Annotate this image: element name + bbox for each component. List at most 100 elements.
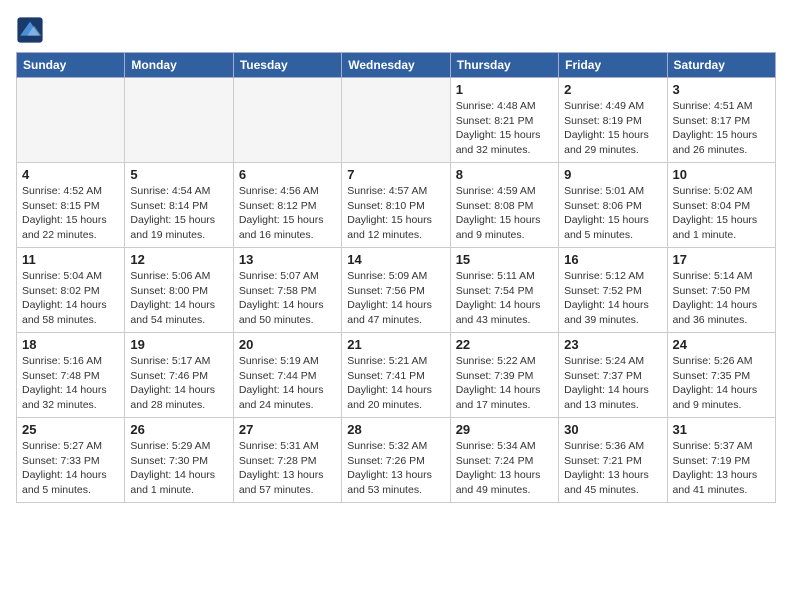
day-number: 27 <box>239 422 336 437</box>
day-number: 2 <box>564 82 661 97</box>
day-number: 25 <box>22 422 119 437</box>
calendar-cell: 11 Sunrise: 5:04 AM Sunset: 8:02 PM Dayli… <box>17 248 125 333</box>
day-number: 23 <box>564 337 661 352</box>
day-info: Sunrise: 5:29 AM Sunset: 7:30 PM Dayligh… <box>130 439 227 498</box>
calendar-cell: 7Sunrise: 4:57 AM Sunset: 8:10 PM Daylig… <box>342 163 450 248</box>
calendar-cell: 22 Sunrise: 5:22 AM Sunset: 7:39 PM Dayli… <box>450 333 558 418</box>
calendar-cell: 3 Sunrise: 4:51 AM Sunset: 8:17 PM Daylig… <box>667 78 775 163</box>
day-info: Sunrise: 5:07 AM Sunset: 7:58 PM Dayligh… <box>239 269 336 328</box>
day-info: Sunrise: 4:57 AM Sunset: 8:10 PM Dayligh… <box>347 184 444 243</box>
calendar-cell <box>342 78 450 163</box>
calendar-cell: 10 Sunrise: 5:02 AM Sunset: 8:04 PM Dayli… <box>667 163 775 248</box>
calendar-cell: 5 Sunrise: 4:54 AM Sunset: 8:14 PM Daylig… <box>125 163 233 248</box>
calendar-cell <box>125 78 233 163</box>
day-info: Sunrise: 4:52 AM Sunset: 8:15 PM Dayligh… <box>22 184 119 243</box>
day-info: Sunrise: 4:48 AM Sunset: 8:21 PM Dayligh… <box>456 99 553 158</box>
day-info: Sunrise: 4:56 AM Sunset: 8:12 PM Dayligh… <box>239 184 336 243</box>
calendar-header-tuesday: Tuesday <box>233 53 341 78</box>
day-number: 9 <box>564 167 661 182</box>
calendar-table: SundayMondayTuesdayWednesdayThursdayFrid… <box>16 52 776 503</box>
day-number: 26 <box>130 422 227 437</box>
calendar-cell: 17 Sunrise: 5:14 AM Sunset: 7:50 PM Dayli… <box>667 248 775 333</box>
calendar-cell: 29 Sunrise: 5:34 AM Sunset: 7:24 PM Dayli… <box>450 418 558 503</box>
day-info: Sunrise: 5:27 AM Sunset: 7:33 PM Dayligh… <box>22 439 119 498</box>
day-number: 28 <box>347 422 444 437</box>
day-info: Sunrise: 5:24 AM Sunset: 7:37 PM Dayligh… <box>564 354 661 413</box>
calendar-cell: 9Sunrise: 5:01 AM Sunset: 8:06 PM Daylig… <box>559 163 667 248</box>
day-info: Sunrise: 5:06 AM Sunset: 8:00 PM Dayligh… <box>130 269 227 328</box>
day-number: 21 <box>347 337 444 352</box>
calendar-header-wednesday: Wednesday <box>342 53 450 78</box>
calendar-cell: 6 Sunrise: 4:56 AM Sunset: 8:12 PM Daylig… <box>233 163 341 248</box>
day-number: 29 <box>456 422 553 437</box>
week-row-2: 4 Sunrise: 4:52 AM Sunset: 8:15 PM Daylig… <box>17 163 776 248</box>
calendar-cell: 20 Sunrise: 5:19 AM Sunset: 7:44 PM Dayli… <box>233 333 341 418</box>
day-number: 8 <box>456 167 553 182</box>
day-number: 4 <box>22 167 119 182</box>
day-info: Sunrise: 5:36 AM Sunset: 7:21 PM Dayligh… <box>564 439 661 498</box>
day-number: 10 <box>673 167 770 182</box>
day-info: Sunrise: 4:51 AM Sunset: 8:17 PM Dayligh… <box>673 99 770 158</box>
calendar-cell: 25 Sunrise: 5:27 AM Sunset: 7:33 PM Dayli… <box>17 418 125 503</box>
day-info: Sunrise: 5:09 AM Sunset: 7:56 PM Dayligh… <box>347 269 444 328</box>
calendar-cell <box>17 78 125 163</box>
calendar-cell: 26 Sunrise: 5:29 AM Sunset: 7:30 PM Dayli… <box>125 418 233 503</box>
calendar-cell: 2 Sunrise: 4:49 AM Sunset: 8:19 PM Daylig… <box>559 78 667 163</box>
calendar-cell: 4 Sunrise: 4:52 AM Sunset: 8:15 PM Daylig… <box>17 163 125 248</box>
day-number: 22 <box>456 337 553 352</box>
calendar-cell: 24 Sunrise: 5:26 AM Sunset: 7:35 PM Dayli… <box>667 333 775 418</box>
day-info: Sunrise: 4:49 AM Sunset: 8:19 PM Dayligh… <box>564 99 661 158</box>
week-row-1: 1 Sunrise: 4:48 AM Sunset: 8:21 PM Daylig… <box>17 78 776 163</box>
day-info: Sunrise: 5:37 AM Sunset: 7:19 PM Dayligh… <box>673 439 770 498</box>
calendar-cell: 21Sunrise: 5:21 AM Sunset: 7:41 PM Dayli… <box>342 333 450 418</box>
day-info: Sunrise: 4:54 AM Sunset: 8:14 PM Dayligh… <box>130 184 227 243</box>
day-info: Sunrise: 5:14 AM Sunset: 7:50 PM Dayligh… <box>673 269 770 328</box>
day-number: 12 <box>130 252 227 267</box>
day-info: Sunrise: 5:22 AM Sunset: 7:39 PM Dayligh… <box>456 354 553 413</box>
day-number: 19 <box>130 337 227 352</box>
day-info: Sunrise: 5:32 AM Sunset: 7:26 PM Dayligh… <box>347 439 444 498</box>
day-info: Sunrise: 5:19 AM Sunset: 7:44 PM Dayligh… <box>239 354 336 413</box>
day-info: Sunrise: 5:02 AM Sunset: 8:04 PM Dayligh… <box>673 184 770 243</box>
day-number: 31 <box>673 422 770 437</box>
calendar-cell: 8Sunrise: 4:59 AM Sunset: 8:08 PM Daylig… <box>450 163 558 248</box>
calendar-cell: 31 Sunrise: 5:37 AM Sunset: 7:19 PM Dayli… <box>667 418 775 503</box>
week-row-4: 18Sunrise: 5:16 AM Sunset: 7:48 PM Dayli… <box>17 333 776 418</box>
day-number: 13 <box>239 252 336 267</box>
day-number: 1 <box>456 82 553 97</box>
day-info: Sunrise: 5:26 AM Sunset: 7:35 PM Dayligh… <box>673 354 770 413</box>
calendar-cell: 27 Sunrise: 5:31 AM Sunset: 7:28 PM Dayli… <box>233 418 341 503</box>
calendar-cell: 23 Sunrise: 5:24 AM Sunset: 7:37 PM Dayli… <box>559 333 667 418</box>
logo-icon <box>16 16 44 44</box>
day-number: 14 <box>347 252 444 267</box>
day-number: 6 <box>239 167 336 182</box>
calendar-cell: 14 Sunrise: 5:09 AM Sunset: 7:56 PM Dayli… <box>342 248 450 333</box>
day-number: 11 <box>22 252 119 267</box>
calendar-cell: 19 Sunrise: 5:17 AM Sunset: 7:46 PM Dayli… <box>125 333 233 418</box>
calendar-cell: 1 Sunrise: 4:48 AM Sunset: 8:21 PM Daylig… <box>450 78 558 163</box>
day-info: Sunrise: 5:04 AM Sunset: 8:02 PM Dayligh… <box>22 269 119 328</box>
day-info: Sunrise: 5:31 AM Sunset: 7:28 PM Dayligh… <box>239 439 336 498</box>
calendar-header-friday: Friday <box>559 53 667 78</box>
day-number: 30 <box>564 422 661 437</box>
calendar-cell: 28 Sunrise: 5:32 AM Sunset: 7:26 PM Dayli… <box>342 418 450 503</box>
day-info: Sunrise: 5:17 AM Sunset: 7:46 PM Dayligh… <box>130 354 227 413</box>
day-number: 17 <box>673 252 770 267</box>
day-info: Sunrise: 5:34 AM Sunset: 7:24 PM Dayligh… <box>456 439 553 498</box>
calendar-header-saturday: Saturday <box>667 53 775 78</box>
calendar-header-thursday: Thursday <box>450 53 558 78</box>
week-row-5: 25 Sunrise: 5:27 AM Sunset: 7:33 PM Dayli… <box>17 418 776 503</box>
day-number: 24 <box>673 337 770 352</box>
day-info: Sunrise: 5:11 AM Sunset: 7:54 PM Dayligh… <box>456 269 553 328</box>
day-number: 20 <box>239 337 336 352</box>
day-number: 15 <box>456 252 553 267</box>
day-info: Sunrise: 5:12 AM Sunset: 7:52 PM Dayligh… <box>564 269 661 328</box>
day-number: 18 <box>22 337 119 352</box>
calendar-cell: 30 Sunrise: 5:36 AM Sunset: 7:21 PM Dayli… <box>559 418 667 503</box>
calendar-cell: 18Sunrise: 5:16 AM Sunset: 7:48 PM Dayli… <box>17 333 125 418</box>
day-number: 16 <box>564 252 661 267</box>
calendar-cell: 12 Sunrise: 5:06 AM Sunset: 8:00 PM Dayli… <box>125 248 233 333</box>
day-number: 5 <box>130 167 227 182</box>
day-number: 3 <box>673 82 770 97</box>
week-row-3: 11 Sunrise: 5:04 AM Sunset: 8:02 PM Dayli… <box>17 248 776 333</box>
